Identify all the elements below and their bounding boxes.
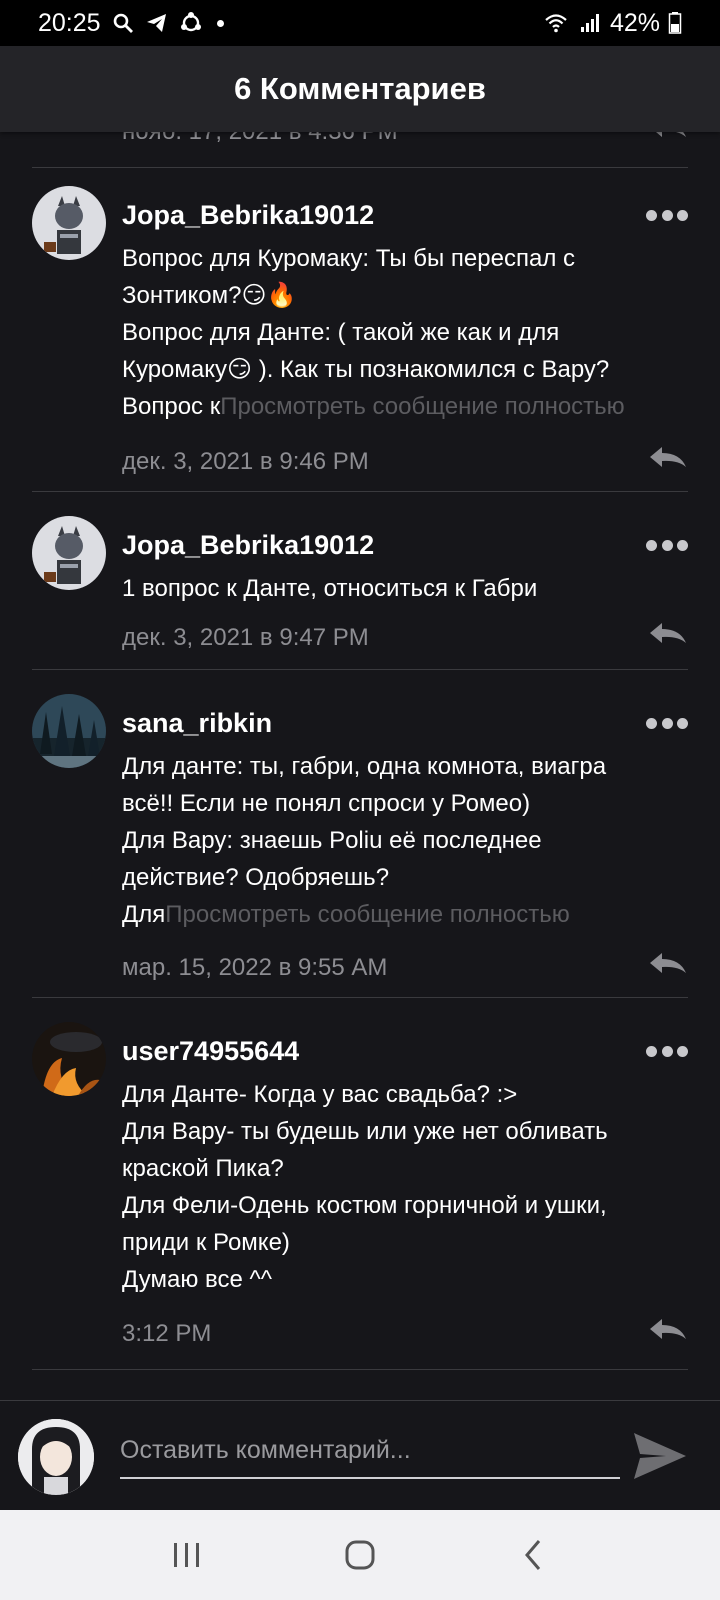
comment-item: user74955644 Для Данте- Когда у вас свад…: [32, 998, 688, 1370]
comment-username[interactable]: user74955644: [122, 1036, 299, 1067]
more-options-icon[interactable]: [646, 208, 688, 222]
comment-date: дек. 3, 2021 в 9:47 PM: [122, 624, 369, 651]
comment-text: 1 вопрос к Данте, относиться к Габри: [122, 575, 538, 602]
read-more-link[interactable]: Просмотреть сообщение полностью: [220, 393, 624, 420]
telegram-icon: [146, 14, 166, 32]
status-time: 20:25: [38, 8, 101, 37]
read-more-link[interactable]: Просмотреть сообщение полностью: [165, 901, 569, 928]
reply-icon[interactable]: [648, 620, 688, 646]
reply-icon[interactable]: [648, 132, 688, 140]
status-bar: 20:25 42%: [0, 0, 720, 46]
comment-date: 3:12 PM: [122, 1320, 212, 1347]
comment-item: Jopa_Bebrika19012 1 вопрос к Данте, отно…: [32, 492, 688, 670]
comment-date: мар. 15, 2022 в 9:55 AM: [122, 954, 388, 981]
comment-composer: [0, 1400, 720, 1510]
comment-list[interactable]: нояб. 17, 2021 в 4:36 PM Jopa_Bebrika190…: [0, 132, 720, 1400]
search-icon: [113, 13, 133, 33]
page-title: 6 Комментариев: [234, 71, 486, 106]
notification-dot: [216, 19, 224, 27]
comment-date: нояб. 17, 2021 в 4:36 PM: [122, 132, 398, 146]
comment-username[interactable]: Jopa_Bebrika19012: [122, 530, 374, 561]
current-user-avatar[interactable]: [18, 1419, 94, 1495]
comment-date: дек. 3, 2021 в 9:46 PM: [122, 448, 369, 475]
avatar[interactable]: [32, 694, 106, 768]
signal-icon: [580, 14, 599, 32]
more-options-icon[interactable]: [646, 716, 688, 730]
back-button[interactable]: [513, 1535, 553, 1575]
more-options-icon[interactable]: [646, 538, 688, 552]
comment-text: Для данте: ты, габри, одна комнота, виаг…: [122, 753, 607, 928]
wifi-icon: [545, 14, 567, 33]
battery-icon: [668, 12, 682, 34]
system-nav-bar: [0, 1510, 720, 1600]
home-icon: [345, 1540, 375, 1570]
recent-apps-icon: [173, 1543, 199, 1567]
battery-percent: 42%: [609, 8, 660, 37]
comment-username[interactable]: sana_ribkin: [122, 708, 272, 739]
reply-icon[interactable]: [648, 444, 688, 470]
more-options-icon[interactable]: [646, 1044, 688, 1058]
avatar[interactable]: [32, 516, 106, 590]
back-icon: [525, 1540, 541, 1570]
sync-icon: [180, 12, 201, 32]
comments-header: 6 Комментариев: [0, 46, 720, 132]
comment-item: sana_ribkin Для данте: ты, габри, одна к…: [32, 670, 688, 998]
reply-icon[interactable]: [648, 950, 688, 976]
reply-icon[interactable]: [648, 1316, 688, 1342]
comment-username[interactable]: Jopa_Bebrika19012: [122, 200, 374, 231]
comment-item: Jopa_Bebrika19012 Вопрос для Куромаку: Т…: [32, 162, 688, 492]
comment-text: Для Данте- Когда у вас свадьба? :> Для В…: [122, 1081, 608, 1293]
comment-input[interactable]: [120, 1423, 620, 1479]
comment-text: Вопрос для Куромаку: Ты бы переспал с Зо…: [122, 245, 625, 420]
send-icon[interactable]: [632, 1431, 688, 1481]
home-button[interactable]: [340, 1535, 380, 1575]
recent-apps-button[interactable]: [167, 1535, 207, 1575]
avatar[interactable]: [32, 186, 106, 260]
avatar[interactable]: [32, 1022, 106, 1096]
